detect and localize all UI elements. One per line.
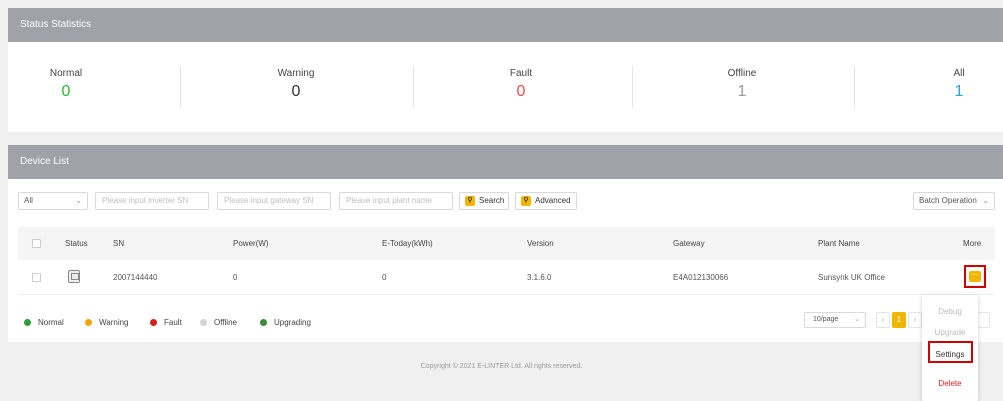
status-filter-select[interactable]: All ⌄ — [18, 192, 88, 210]
legend-label: Normal — [38, 318, 64, 327]
row-checkbox[interactable] — [32, 273, 41, 282]
plant-name-input[interactable]: Please input plant name — [339, 192, 453, 210]
row-gateway: E4A012130066 — [673, 273, 729, 282]
col-plant-name: Plant Name — [818, 239, 860, 248]
stat-label: Offline — [727, 68, 757, 79]
search-icon: ⚲ — [465, 196, 475, 206]
status-statistics-title: Status Statistics — [8, 8, 1003, 42]
col-e-today: E-Today(kWh) — [382, 239, 433, 248]
status-statistics-panel: Status Statistics Normal 0 Warning 0 Fau… — [8, 8, 1003, 132]
stats-row: Normal 0 Warning 0 Fault 0 Offline 1 All… — [8, 42, 1003, 132]
page-size-value: 10/page — [813, 316, 839, 323]
device-list-panel: Device List All ⌄ Please input inverter … — [8, 145, 1003, 342]
more-button[interactable]: ⋯ — [964, 265, 986, 288]
col-status: Status — [65, 239, 88, 248]
search-button[interactable]: ⚲ Search — [459, 192, 509, 210]
chevron-down-icon: ⌄ — [75, 196, 82, 205]
legend-label: Offline — [214, 318, 237, 327]
stat-value: 0 — [516, 83, 526, 100]
legend-upgrading: Upgrading — [260, 318, 311, 328]
stat-normal: Normal 0 — [0, 68, 176, 101]
stat-fault: Fault 0 — [411, 68, 631, 101]
inverter-sn-input[interactable]: Please input inverter SN — [95, 192, 209, 210]
legend-warning: Warning — [85, 318, 129, 328]
page-number-button[interactable]: 1 — [892, 312, 906, 328]
stat-label: All — [953, 68, 965, 79]
chevron-down-icon: ⌄ — [982, 196, 989, 205]
stat-label: Fault — [509, 68, 533, 79]
stat-value: 0 — [291, 83, 301, 100]
stat-offline: Offline 1 — [632, 68, 852, 101]
offline-dot-icon — [200, 319, 207, 326]
settings-highlight — [928, 341, 973, 363]
stat-value: 1 — [737, 83, 747, 100]
advanced-icon: ⚲ — [521, 196, 531, 206]
stat-value: 0 — [61, 83, 71, 100]
row-sn[interactable]: 2007144440 — [113, 260, 158, 295]
legend-offline: Offline — [200, 318, 237, 328]
stat-all: All 1 — [849, 68, 1003, 101]
row-e-today: 0 — [382, 273, 387, 282]
page-size-select[interactable]: 10/page ⌄ — [804, 312, 866, 328]
select-all-checkbox[interactable] — [32, 239, 41, 248]
row-version: 3.1.6.0 — [527, 273, 552, 282]
gateway-sn-input[interactable]: Please input gateway SN — [217, 192, 331, 210]
legend-fault: Fault — [150, 318, 182, 328]
device-list-title: Device List — [8, 145, 1003, 179]
stat-value: 1 — [954, 83, 964, 100]
prev-page-button[interactable]: ‹ — [876, 312, 890, 328]
copyright-text: Copyright © 2021 E-LINTER Ltd. All right… — [420, 363, 583, 370]
search-button-label: Search — [479, 196, 505, 205]
menu-item-upgrade[interactable]: Upgrade — [922, 328, 978, 337]
batch-operation-select[interactable]: Batch Operation ⌄ — [913, 192, 995, 210]
batch-operation-label: Batch Operation — [919, 196, 977, 205]
normal-dot-icon — [24, 319, 31, 326]
device-toolbar: All ⌄ Please input inverter SN Please in… — [8, 192, 1003, 212]
col-more: More — [963, 239, 982, 248]
more-dropdown-menu: Debug Upgrade Settings Delete — [922, 295, 978, 401]
stat-label: Warning — [277, 68, 315, 79]
col-version: Version — [527, 239, 554, 248]
stat-label: Normal — [49, 68, 83, 79]
status-filter-value: All — [24, 196, 33, 205]
col-sn: SN — [113, 239, 125, 248]
legend-normal: Normal — [24, 318, 64, 328]
inverter-icon — [68, 270, 80, 283]
col-power: Power(W) — [233, 239, 269, 248]
advanced-button-label: Advanced — [535, 196, 571, 205]
advanced-button[interactable]: ⚲ Advanced — [515, 192, 577, 210]
table-row[interactable]: 2007144440 0 0 3.1.6.0 E4A012130066 Suns… — [18, 260, 995, 295]
menu-item-debug[interactable]: Debug — [922, 307, 978, 316]
legend-label: Upgrading — [274, 318, 311, 327]
warning-dot-icon — [85, 319, 92, 326]
fault-dot-icon — [150, 319, 157, 326]
stat-divider — [180, 66, 181, 108]
col-gateway: Gateway — [673, 239, 705, 248]
menu-item-delete[interactable]: Delete — [922, 379, 978, 388]
legend-label: Warning — [99, 318, 129, 327]
chevron-down-icon: ⌄ — [854, 316, 860, 323]
table-header: Status SN Power(W) E-Today(kWh) Version … — [18, 227, 995, 260]
row-power: 0 — [233, 273, 238, 282]
row-plant-name: Sunsynk UK Office — [818, 273, 885, 282]
more-icon: ⋯ — [969, 271, 981, 282]
upgrading-dot-icon — [260, 319, 267, 326]
stat-warning: Warning 0 — [186, 68, 406, 101]
next-page-button[interactable]: › — [908, 312, 922, 328]
legend-label: Fault — [164, 318, 182, 327]
